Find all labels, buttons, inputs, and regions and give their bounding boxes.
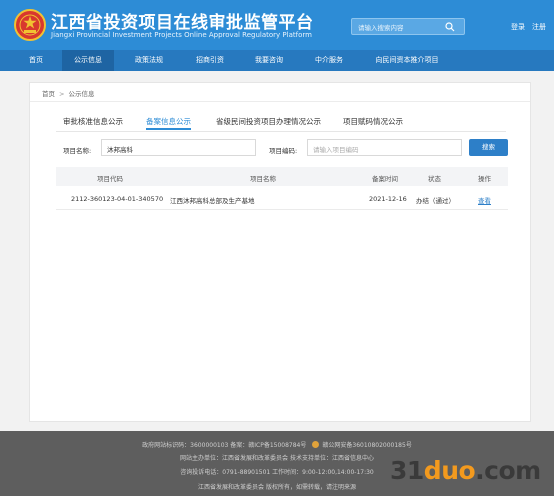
police-badge-icon — [312, 441, 320, 448]
table-row: 2112-360123-04-01-340570 江西沐邦高科总部及生产基地 2… — [56, 186, 508, 210]
column-header-name: 项目名称 — [250, 175, 276, 183]
project-code-label: 项目编码: — [269, 147, 298, 155]
breadcrumb: 首页 > 公示信息 — [42, 88, 94, 98]
nav-agency-services[interactable]: 中介服务 — [306, 50, 352, 71]
footer-police-record[interactable]: 赣公网安备36010802000185号 — [322, 442, 411, 449]
column-header-status: 状态 — [428, 175, 441, 183]
breadcrumb-current: 公示信息 — [68, 90, 95, 98]
nav-policies[interactable]: 政策法规 — [124, 50, 174, 71]
project-code-input[interactable]: 请输入项目编码 — [307, 139, 462, 156]
nav-private-capital[interactable]: 向民间资本推介项目 — [367, 50, 447, 71]
search-icon[interactable] — [445, 22, 455, 32]
nav-public-info[interactable]: 公示信息 — [62, 50, 114, 71]
column-header-date: 备案时间 — [372, 175, 398, 183]
breadcrumb-divider — [30, 101, 530, 102]
cell-status: 办结（通过） — [416, 197, 455, 205]
site-subtitle: Jiangxi Provincial Investment Projects O… — [51, 31, 312, 39]
tab-divider — [56, 131, 506, 132]
watermark-part-3: .com — [475, 456, 541, 485]
column-header-code: 项目代码 — [97, 175, 123, 183]
national-emblem-icon — [14, 9, 46, 41]
view-link[interactable]: 查看 — [478, 195, 491, 205]
site-title[interactable]: 江西省投资项目在线审批监管平台 — [51, 8, 314, 33]
search-input[interactable]: 请输入搜索内容 — [358, 22, 404, 32]
tab-approval-info[interactable]: 审批核准信息公示 — [63, 116, 123, 130]
breadcrumb-home[interactable]: 首页 — [42, 90, 55, 98]
content-panel: 首页 > 公示信息 审批核准信息公示 备案信息公示 省级民间投资项目办理情况公示 项… — [29, 82, 531, 422]
cell-project-name: 江西沐邦高科总部及生产基地 — [170, 197, 255, 205]
tab-filing-info[interactable]: 备案信息公示 — [146, 116, 191, 130]
watermark-part-2: duo — [423, 456, 476, 485]
register-link[interactable]: 注册 — [532, 22, 546, 32]
search-button[interactable]: 搜索 — [469, 139, 508, 156]
breadcrumb-separator-icon: > — [59, 90, 65, 98]
nav-investment[interactable]: 招商引资 — [185, 50, 235, 71]
watermark-part-1: 31 — [390, 456, 424, 485]
table-header: 项目代码 项目名称 备案时间 状态 操作 — [56, 167, 508, 186]
project-name-label: 项目名称: — [63, 147, 92, 155]
nav-consult[interactable]: 我要咨询 — [246, 50, 292, 71]
footer-icp[interactable]: 政府网站标识码：3600000103 备案：赣ICP备15008784号 — [142, 442, 306, 449]
tab-code-assignment[interactable]: 项目赋码情况公示 — [343, 116, 403, 130]
main-nav: 首页 公示信息 政策法规 招商引资 我要咨询 中介服务 向民间资本推介项目 — [0, 50, 554, 71]
footer-line-1: 政府网站标识码：3600000103 备案：赣ICP备15008784号 赣公网安… — [0, 440, 554, 449]
project-name-input[interactable]: 沐邦高科 — [101, 139, 256, 156]
cell-filing-date: 2021-12-16 — [369, 195, 407, 203]
tab-private-investment[interactable]: 省级民间投资项目办理情况公示 — [216, 116, 321, 130]
nav-home[interactable]: 首页 — [15, 50, 57, 71]
site-header: 江西省投资项目在线审批监管平台 Jiangxi Provincial Inves… — [0, 0, 554, 50]
column-header-action: 操作 — [478, 175, 491, 183]
cell-project-code: 2112-360123-04-01-340570 — [71, 195, 164, 203]
site-watermark: 31duo.com — [390, 456, 541, 485]
login-link[interactable]: 登录 — [511, 22, 525, 32]
search-box[interactable]: 请输入搜索内容 — [351, 18, 465, 35]
